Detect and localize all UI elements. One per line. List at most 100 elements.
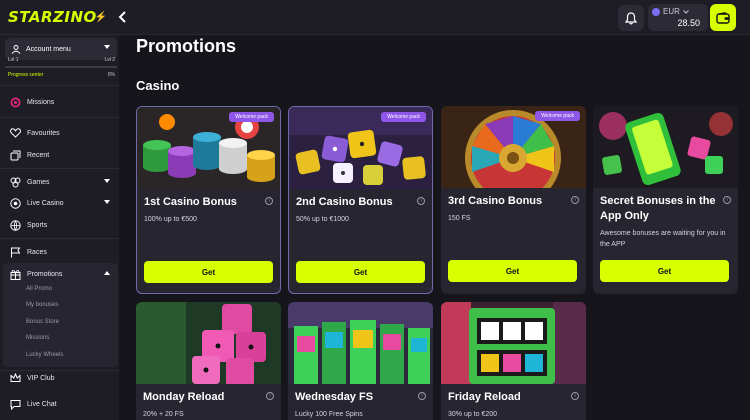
page-title: Promotions: [136, 36, 237, 56]
starzino-logo[interactable]: STARZINO ⚡: [8, 6, 107, 28]
progress-center-row[interactable]: Progress center 0%: [8, 72, 115, 78]
card-title: Friday Reload: [448, 391, 521, 403]
recent-icon: [10, 150, 21, 161]
card-description: Lucky 100 Free Spins: [295, 411, 363, 418]
top-bar: STARZINO ⚡ EUR 28.50: [0, 0, 750, 35]
sidebar-item-label: Games: [27, 178, 50, 186]
progress-value: 0%: [107, 72, 115, 78]
promo-card[interactable]: Welcome pack 2nd Casino Bonus i 50% up t…: [288, 106, 433, 294]
sidebar-divider: [0, 85, 119, 86]
sidebar-subitem-bonus-store[interactable]: Bonus Store: [26, 319, 59, 325]
slot-machine-artwork: [441, 302, 586, 384]
dice-icon: [10, 177, 21, 188]
sidebar-item-promotions[interactable]: Promotions: [10, 267, 115, 281]
promo-card[interactable]: Friday Reload i 30% up to €200: [441, 302, 586, 420]
sidebar-item-live-chat[interactable]: Live Chat: [10, 397, 115, 411]
chevron-down-icon: [104, 200, 110, 204]
sidebar-subitem-missions[interactable]: Missions: [26, 335, 49, 341]
info-icon[interactable]: i: [265, 197, 273, 205]
sidebar-item-label: Sports: [27, 221, 48, 229]
bolt-icon: ⚡: [94, 11, 108, 23]
card-description: 150 FS: [448, 215, 471, 222]
balance-amount: 28.50: [677, 18, 700, 28]
currency-row: EUR: [652, 7, 689, 16]
balance-selector[interactable]: EUR 28.50: [648, 4, 708, 31]
promo-card[interactable]: Monday Reload i 20% + 20 FS: [136, 302, 281, 420]
euro-coin-icon: [652, 7, 660, 16]
chevron-up-icon: [104, 271, 110, 275]
info-icon[interactable]: i: [571, 196, 579, 204]
crown-icon: [10, 373, 21, 384]
card-title: Wednesday FS: [295, 391, 374, 403]
sidebar-item-recent[interactable]: Recent: [10, 148, 115, 162]
promo-card[interactable]: Secret Bonuses in the App Only i Awesome…: [593, 106, 738, 294]
sidebar-item-label: Recent: [27, 151, 50, 159]
wallet-button[interactable]: [710, 4, 736, 31]
dice-artwork: Welcome pack: [289, 107, 432, 189]
sidebar-item-label: Live Casino: [27, 199, 64, 207]
sidebar-subitem-my-bonuses[interactable]: My bonuses: [26, 302, 58, 308]
notifications-button[interactable]: [618, 5, 644, 31]
info-icon[interactable]: i: [418, 392, 426, 400]
wallet-icon: [716, 11, 730, 24]
user-badge-icon: [11, 45, 21, 54]
section-title: Casino: [136, 78, 180, 93]
sidebar-item-races[interactable]: Races: [10, 245, 115, 259]
get-button[interactable]: Get: [296, 261, 425, 283]
sidebar-divider: [0, 238, 119, 239]
chevron-down-icon: [104, 45, 110, 49]
level-progress-bar: [5, 66, 117, 68]
target-icon: [10, 97, 21, 108]
info-icon[interactable]: i: [723, 196, 731, 204]
balance-currency: EUR: [663, 7, 680, 16]
card-title: Secret Bonuses in the App Only: [600, 195, 716, 222]
bell-icon: [625, 11, 637, 24]
account-menu-label: Account menu: [26, 45, 71, 53]
sidebar-item-label: Favourites: [27, 129, 60, 137]
sidebar: Account menu Lvl 1 Lvl 2 Progress center…: [0, 35, 119, 420]
get-button[interactable]: Get: [600, 260, 729, 282]
sidebar-divider: [0, 168, 119, 169]
promo-card[interactable]: Welcome pack 3rd Casino Bonus i 150 FS G…: [441, 106, 586, 294]
logo-text: STARZINO: [8, 8, 97, 26]
sidebar-item-favourites[interactable]: Favourites: [10, 126, 115, 140]
level-next: Lvl 2: [104, 57, 115, 63]
sidebar-item-sports[interactable]: Sports: [10, 218, 115, 232]
sidebar-subitem-lucky-wheels[interactable]: Lucky Wheels: [26, 352, 63, 358]
info-icon[interactable]: i: [266, 392, 274, 400]
sidebar-item-live-casino[interactable]: Live Casino: [10, 196, 115, 210]
promo-card[interactable]: Wednesday FS i Lucky 100 Free Spins: [288, 302, 433, 420]
sidebar-subitem-all-promo[interactable]: All Promo: [26, 286, 52, 292]
promo-card[interactable]: Welcome pack 1st Casino Bonus i 100% up …: [136, 106, 281, 294]
welcome-pack-badge: Welcome pack: [229, 112, 274, 122]
chevron-down-icon: [104, 179, 110, 183]
roulette-wheel-artwork: Welcome pack: [441, 106, 586, 188]
card-description: 20% + 20 FS: [143, 411, 184, 418]
pink-dice-artwork: [136, 302, 281, 384]
card-description: 100% up to €500: [144, 216, 197, 223]
sidebar-item-label: Promotions: [27, 270, 63, 278]
gift-icon: [10, 269, 21, 280]
flag-icon: [10, 247, 21, 258]
card-title: 1st Casino Bonus: [144, 196, 237, 208]
sidebar-item-vip-club[interactable]: VIP Club: [10, 371, 115, 385]
get-button[interactable]: Get: [448, 260, 577, 282]
card-title: 2nd Casino Bonus: [296, 196, 393, 208]
info-icon[interactable]: i: [417, 197, 425, 205]
info-icon[interactable]: i: [571, 392, 579, 400]
sidebar-item-missions[interactable]: Missions: [10, 95, 115, 109]
sidebar-item-games[interactable]: Games: [10, 175, 115, 189]
casino-chips-artwork: Welcome pack: [137, 107, 280, 189]
get-button[interactable]: Get: [144, 261, 273, 283]
heart-icon: [10, 128, 21, 139]
chevron-down-icon: [683, 9, 689, 14]
progress-center-link[interactable]: Progress center: [8, 72, 43, 78]
card-description: Awesome bonuses are waiting for you in t…: [600, 230, 726, 248]
sidebar-item-label: Races: [27, 248, 47, 256]
ball-icon: [10, 219, 21, 231]
card-title: 3rd Casino Bonus: [448, 195, 543, 207]
back-button[interactable]: [114, 8, 132, 26]
chat-icon: [10, 399, 21, 410]
sidebar-divider: [0, 117, 119, 118]
slot-machines-artwork: [288, 302, 433, 384]
